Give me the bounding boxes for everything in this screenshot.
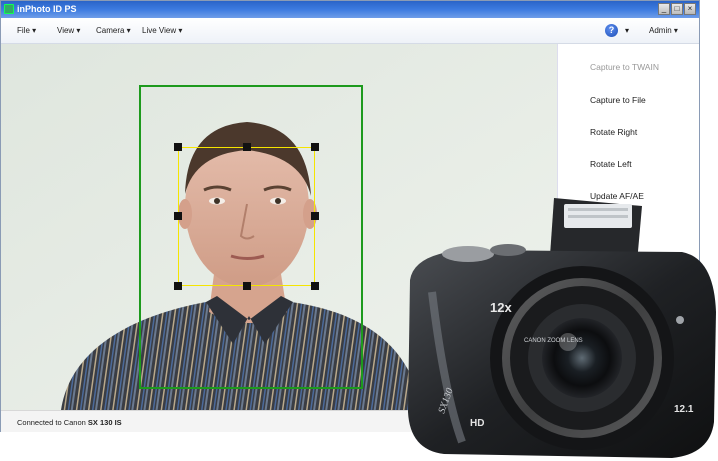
camera-model: SX 130 IS [87,418,122,427]
menu-admin[interactable]: Admin ▾ [649,26,678,35]
connection-status: Connected to Canon SX 130 IS [17,418,122,427]
close-button[interactable]: × [684,3,696,15]
capture-to-twain-button[interactable]: Capture to TWAIN [590,62,659,72]
help-icon[interactable]: ? [605,24,618,37]
crop-handle-right[interactable] [311,212,319,220]
camera-image: 12x CANON ZOOM LENS SX130 12.1 HD [408,198,716,458]
crop-handle-top-left[interactable] [174,143,182,151]
menu-view[interactable]: View ▾ [57,26,80,35]
help-dropdown-arrow[interactable]: ▾ [625,26,629,35]
crop-handle-left[interactable] [174,212,182,220]
maximize-button[interactable]: □ [671,3,683,15]
menu-bar: File ▾ View ▾ Camera ▾ Live View ▾ ? ▾ A… [1,18,699,44]
rotate-right-button[interactable]: Rotate Right [590,127,637,137]
hd-label: HD [470,418,484,429]
face-crop-box[interactable] [174,143,319,290]
lens-brand-label: CANON ZOOM LENS [524,338,583,344]
minimize-button[interactable]: _ [658,3,670,15]
crop-handle-bottom-right[interactable] [311,282,319,290]
crop-handle-top-right[interactable] [311,143,319,151]
capture-to-file-button[interactable]: Capture to File [590,95,646,105]
status-prefix: Connected to Canon [17,418,86,427]
crop-handle-bottom[interactable] [243,282,251,290]
menu-live-view[interactable]: Live View ▾ [142,26,182,35]
menu-camera[interactable]: Camera ▾ [96,26,131,35]
title-bar[interactable]: inPhoto ID PS _ □ × [1,1,699,18]
menu-file[interactable]: File ▾ [17,26,36,35]
window-title: inPhoto ID PS [17,4,77,14]
rotate-left-button[interactable]: Rotate Left [590,159,632,169]
zoom-label: 12x [490,300,512,315]
crop-handle-bottom-left[interactable] [174,282,182,290]
megapixel-label: 12.1 [674,404,694,415]
crop-handle-top[interactable] [243,143,251,151]
app-icon [4,4,14,14]
